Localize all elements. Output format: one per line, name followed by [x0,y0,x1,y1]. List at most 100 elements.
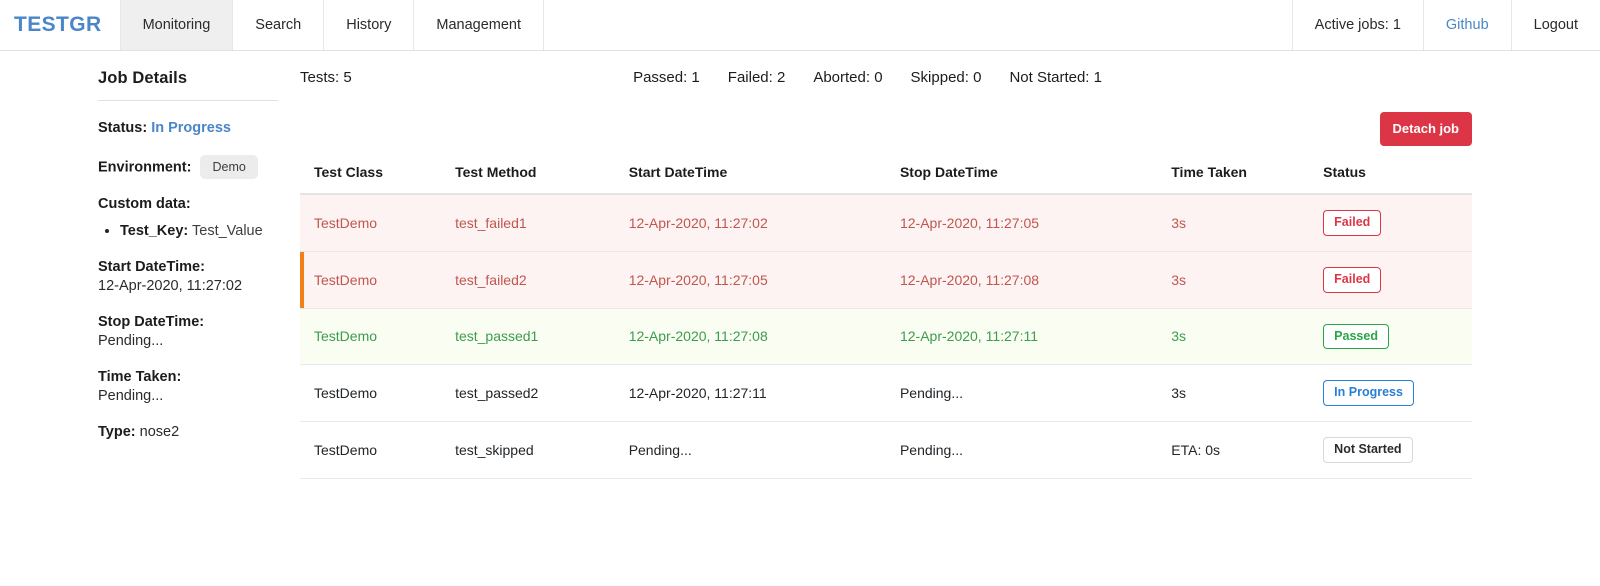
tests-table-head: Test Class Test Method Start DateTime St… [300,156,1472,195]
main-content: Tests: 5 Passed: 1 Failed: 2 Aborted: 0 … [300,69,1600,479]
cell-status: Failed [1309,194,1472,252]
column-header-test-class[interactable]: Test Class [300,156,442,195]
cell-stop: 12-Apr-2020, 11:27:11 [885,308,1158,366]
job-stop-datetime-row: Stop DateTime: Pending... [98,313,278,352]
tests-table-header-row: Test Class Test Method Start DateTime St… [300,156,1472,195]
cell-stop: 12-Apr-2020, 11:27:08 [885,251,1158,309]
cell-time-taken: 3s [1157,364,1310,422]
stat-skipped: Skipped: 0 [910,69,982,86]
tests-table-body: TestDemo test_failed1 12-Apr-2020, 11:27… [300,194,1472,479]
cell-stop: Pending... [885,364,1158,422]
cell-stop: Pending... [885,421,1158,479]
cell-status: In Progress [1309,364,1472,422]
column-header-start-datetime[interactable]: Start DateTime [614,156,886,195]
cell-test-class: TestDemo [300,364,442,422]
stat-failed: Failed: 2 [727,69,786,86]
nav-item-history[interactable]: History [324,0,415,50]
cell-start: Pending... [614,421,886,479]
tests-stats-bar: Tests: 5 Passed: 1 Failed: 2 Aborted: 0 … [300,69,1472,98]
cell-status: Not Started [1309,421,1472,479]
status-badge[interactable]: Failed [1323,266,1382,293]
status-badge[interactable]: Failed [1323,210,1382,236]
custom-data-list: Test_Key: Test_Value [98,222,278,242]
job-start-datetime-row: Start DateTime: 12-Apr-2020, 11:27:02 [98,258,278,297]
nav-item-search[interactable]: Search [233,0,325,50]
job-type-label: Type: [98,423,136,440]
nav-item-management[interactable]: Management [414,0,544,50]
cell-test-method[interactable]: test_failed2 [441,251,615,309]
status-badge[interactable]: In Progress [1323,380,1414,406]
environment-badge: Demo [200,154,258,180]
job-time-taken-value: Pending... [98,388,164,405]
cell-test-class: TestDemo [300,194,442,252]
custom-data-label: Custom data: [98,196,191,213]
nav-items: Monitoring Search History Management [120,0,544,50]
sidebar-divider [98,100,278,101]
table-row[interactable]: TestDemo test_passed2 12-Apr-2020, 11:27… [300,364,1472,422]
job-environment-row: Environment: Demo [98,154,278,180]
cell-time-taken: 3s [1157,308,1310,366]
stat-passed: Passed: 1 [633,69,700,86]
github-link[interactable]: Github [1423,0,1512,50]
column-header-stop-datetime[interactable]: Stop DateTime [885,156,1158,195]
navbar-spacer [544,0,1293,50]
job-details-title: Job Details [98,69,188,87]
custom-data-value: Test_Value [192,223,263,239]
page-body: Job Details Status: In Progress Environm… [0,51,1600,479]
brand-logo[interactable]: TESTGR [0,0,121,50]
cell-start: 12-Apr-2020, 11:27:11 [614,364,886,422]
cell-test-method[interactable]: test_skipped [441,421,615,479]
table-row[interactable]: TestDemo test_failed2 12-Apr-2020, 11:27… [300,251,1472,309]
detach-job-button[interactable]: Detach job [1379,112,1472,146]
job-status-row: Status: In Progress [98,119,278,139]
column-header-status[interactable]: Status [1309,156,1472,195]
tests-table: Test Class Test Method Start DateTime St… [300,156,1472,479]
job-time-taken-label: Time Taken: [98,368,182,385]
navbar-right: Active jobs: 1 Github Logout [1292,0,1600,50]
status-badge[interactable]: Not Started [1323,437,1413,463]
cell-stop: 12-Apr-2020, 11:27:05 [885,194,1158,252]
cell-test-method[interactable]: test_passed1 [441,308,615,366]
cell-test-method[interactable]: test_passed2 [441,364,615,422]
job-details-sidebar: Job Details Status: In Progress Environm… [0,69,300,479]
nav-item-monitoring[interactable]: Monitoring [120,0,234,50]
stat-aborted: Aborted: 0 [813,69,883,86]
column-header-test-method[interactable]: Test Method [441,156,615,195]
stat-not-started: Not Started: 1 [1009,69,1102,86]
logout-link[interactable]: Logout [1511,0,1600,50]
cell-test-method[interactable]: test_failed1 [441,194,615,252]
job-custom-data-row: Custom data: Test_Key: Test_Value [98,195,278,241]
cell-start: 12-Apr-2020, 11:27:05 [614,251,886,309]
table-row[interactable]: TestDemo test_passed1 12-Apr-2020, 11:27… [300,308,1472,366]
job-type-value: nose2 [139,423,180,440]
tests-stats-group: Passed: 1 Failed: 2 Aborted: 0 Skipped: … [633,69,1472,86]
job-start-value: 12-Apr-2020, 11:27:02 [98,278,243,295]
cell-test-class: TestDemo [300,421,442,479]
cell-time-taken: ETA: 0s [1157,421,1310,479]
status-badge[interactable]: Passed [1323,323,1389,350]
active-jobs-indicator: Active jobs: 1 [1292,0,1424,50]
job-stop-label: Stop DateTime: [98,313,205,330]
cell-status: Failed [1309,251,1472,309]
cell-time-taken: 3s [1157,194,1310,252]
job-stop-value: Pending... [98,333,164,350]
job-environment-label: Environment: [98,158,192,175]
top-navbar: TESTGR Monitoring Search History Managem… [0,0,1600,51]
table-row[interactable]: TestDemo test_skipped Pending... Pending… [300,421,1472,479]
cell-status: Passed [1309,308,1472,366]
cell-start: 12-Apr-2020, 11:27:02 [614,194,886,252]
cell-start: 12-Apr-2020, 11:27:08 [614,308,886,366]
job-type-row: Type: nose2 [98,423,278,443]
tests-total: Tests: 5 [300,69,352,86]
cell-time-taken: 3s [1157,251,1310,309]
cell-test-class: TestDemo [300,308,442,366]
table-row[interactable]: TestDemo test_failed1 12-Apr-2020, 11:27… [300,194,1472,252]
job-time-taken-row: Time Taken: Pending... [98,368,278,407]
table-toolbar: Detach job [300,112,1472,146]
column-header-time-taken[interactable]: Time Taken [1157,156,1310,195]
custom-data-item: Test_Key: Test_Value [120,222,278,242]
job-status-value: In Progress [151,120,231,136]
job-start-label: Start DateTime: [98,258,205,275]
custom-data-key: Test_Key: [120,223,189,239]
cell-test-class: TestDemo [300,251,442,309]
